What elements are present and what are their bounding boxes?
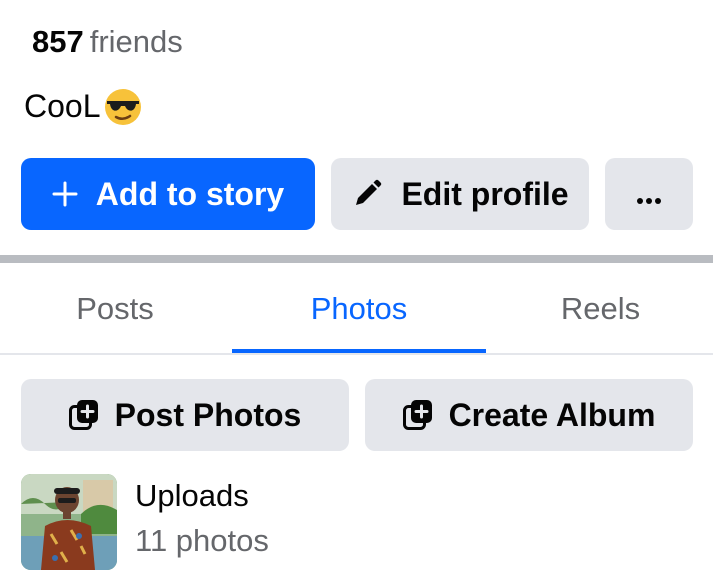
tab-posts[interactable]: Posts — [0, 264, 230, 354]
add-album-icon — [402, 399, 433, 431]
ellipsis-icon — [636, 176, 662, 213]
tab-reels[interactable]: Reels — [488, 264, 713, 354]
add-photos-icon — [68, 399, 99, 431]
section-divider — [0, 255, 713, 263]
album-title: Uploads — [135, 478, 249, 513]
album-photo-count: 11 photos — [135, 523, 269, 558]
profile-bio: CooL — [24, 86, 143, 126]
album-thumbnail — [21, 474, 117, 570]
profile-tabs: Posts Photos Reels — [0, 264, 713, 354]
add-to-story-label: Add to story — [95, 175, 285, 212]
sunglasses-emoji-icon — [103, 86, 143, 126]
more-options-button[interactable] — [605, 158, 693, 230]
edit-profile-label: Edit profile — [401, 175, 569, 212]
plus-icon — [52, 181, 78, 207]
friends-label: friends — [89, 24, 183, 59]
tab-photos[interactable]: Photos — [232, 264, 486, 354]
create-album-label: Create Album — [448, 396, 656, 433]
edit-profile-button[interactable]: Edit profile — [331, 158, 589, 230]
profile-name-fragment — [124, 0, 154, 6]
friends-count[interactable]: 857 friends — [32, 24, 183, 60]
add-to-story-button[interactable]: Add to story — [21, 158, 315, 230]
create-album-button[interactable]: Create Album — [365, 379, 693, 451]
album-item-uploads[interactable]: Uploads 11 photos — [21, 474, 701, 574]
post-photos-button[interactable]: Post Photos — [21, 379, 349, 451]
pencil-icon — [351, 178, 383, 210]
bio-text: CooL — [24, 88, 101, 124]
friends-number: 857 — [32, 24, 84, 59]
tabs-divider — [0, 353, 713, 355]
post-photos-label: Post Photos — [114, 396, 302, 433]
